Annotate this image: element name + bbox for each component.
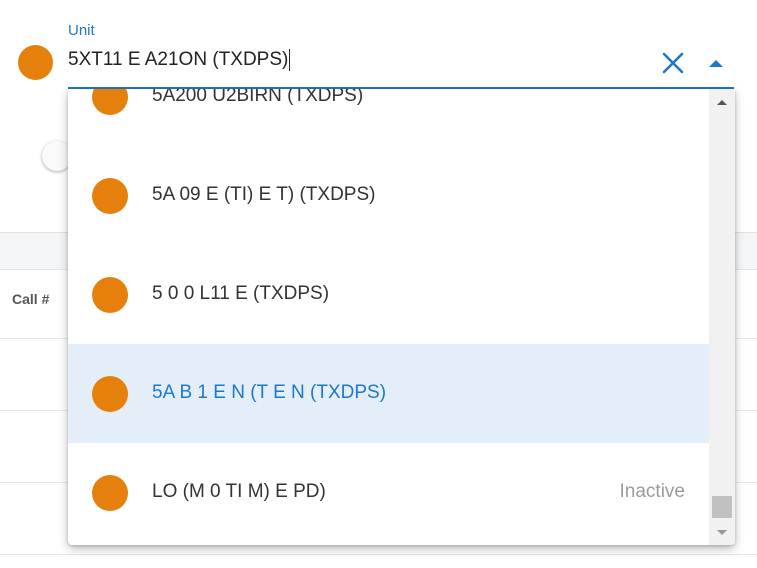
table-row-divider xyxy=(0,554,757,555)
unit-dropdown-menu: 5A200 U2BIRN (TXDPS) 5A 09 E (TI) E T) (… xyxy=(68,89,735,545)
unit-field: Unit 5XT11 E A21ON (TXDPS) xyxy=(0,0,757,95)
scrollbar-thumb[interactable] xyxy=(712,496,732,518)
option-status-inactive: Inactive xyxy=(619,481,685,502)
unit-status-dot xyxy=(18,45,53,80)
unit-status-dot xyxy=(92,475,128,511)
column-header-call-number: Call # xyxy=(12,291,50,307)
unit-status-dot xyxy=(92,178,128,214)
clear-button[interactable] xyxy=(660,50,686,76)
unit-field-label: Unit xyxy=(68,22,95,39)
list-item[interactable]: LO (M 0 TI M) E PD) Inactive xyxy=(68,443,709,542)
menu-scrollbar[interactable] xyxy=(709,89,735,545)
scroll-up-button[interactable] xyxy=(709,91,735,113)
option-label: 5 0 0 L11 E (TXDPS) xyxy=(152,283,330,304)
scroll-down-button[interactable] xyxy=(709,521,735,543)
option-label: 5A200 U2BIRN (TXDPS) xyxy=(152,89,364,106)
list-item[interactable]: 5A200 U2BIRN (TXDPS) xyxy=(68,89,709,146)
unit-status-dot xyxy=(92,277,128,313)
option-label: 5A B 1 E N (T E N (TXDPS) xyxy=(152,382,387,403)
dropdown-toggle-button[interactable] xyxy=(704,53,728,73)
close-icon xyxy=(662,52,684,74)
scroll-up-arrow-icon xyxy=(717,100,727,105)
caret-up-icon xyxy=(709,60,723,67)
list-item[interactable]: 5 0 0 L11 E (TXDPS) xyxy=(68,245,709,344)
unit-status-dot xyxy=(92,376,128,412)
option-list: 5A200 U2BIRN (TXDPS) 5A 09 E (TI) E T) (… xyxy=(68,89,709,542)
list-item-selected[interactable]: 5A B 1 E N (T E N (TXDPS) xyxy=(68,344,709,443)
scroll-down-arrow-icon xyxy=(717,530,727,535)
option-label: 5A 09 E (TI) E T) (TXDPS) xyxy=(152,184,376,205)
list-item[interactable]: 5A 09 E (TI) E T) (TXDPS) xyxy=(68,146,709,245)
option-label: LO (M 0 TI M) E PD) xyxy=(152,481,326,502)
unit-status-dot xyxy=(92,89,128,115)
unit-input[interactable]: 5XT11 E A21ON (TXDPS) xyxy=(68,49,291,71)
